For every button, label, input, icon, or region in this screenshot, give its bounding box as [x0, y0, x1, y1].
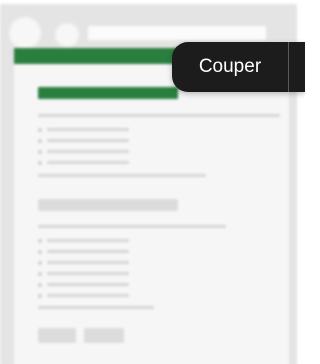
address-bar-placeholder	[88, 26, 266, 40]
bullet-icon	[38, 250, 42, 254]
bullet-icon	[38, 128, 42, 132]
menu-separator	[288, 42, 289, 92]
button-placeholder	[84, 328, 124, 343]
text-line-placeholder	[47, 294, 129, 297]
text-line-placeholder	[47, 139, 129, 142]
bullet-icon	[38, 239, 42, 243]
bullet-icon	[38, 161, 42, 165]
text-line-placeholder	[47, 239, 129, 242]
text-line-placeholder	[47, 250, 129, 253]
edit-context-menu: Couper	[172, 42, 305, 92]
bullet-icon	[38, 294, 42, 298]
document-page	[14, 48, 289, 364]
subheading-placeholder	[38, 199, 178, 211]
text-line-placeholder	[38, 114, 280, 117]
text-line-placeholder	[47, 161, 129, 164]
text-line-placeholder	[47, 128, 129, 131]
text-line-placeholder	[38, 174, 206, 177]
window-dot	[8, 16, 42, 50]
text-line-placeholder	[47, 150, 129, 153]
window-dot	[54, 22, 80, 48]
text-line-placeholder	[38, 225, 226, 228]
text-line-placeholder	[47, 272, 129, 275]
text-line-placeholder	[47, 261, 129, 264]
bullet-icon	[38, 150, 42, 154]
screen: Couper	[0, 0, 305, 364]
cut-button[interactable]: Couper	[172, 42, 288, 92]
title-bar-placeholder	[38, 87, 178, 99]
text-line-placeholder	[47, 283, 129, 286]
button-placeholder	[38, 328, 76, 343]
bullet-icon	[38, 272, 42, 276]
bullet-icon	[38, 139, 42, 143]
text-line-placeholder	[38, 306, 154, 309]
bullet-icon	[38, 283, 42, 287]
bullet-icon	[38, 261, 42, 265]
